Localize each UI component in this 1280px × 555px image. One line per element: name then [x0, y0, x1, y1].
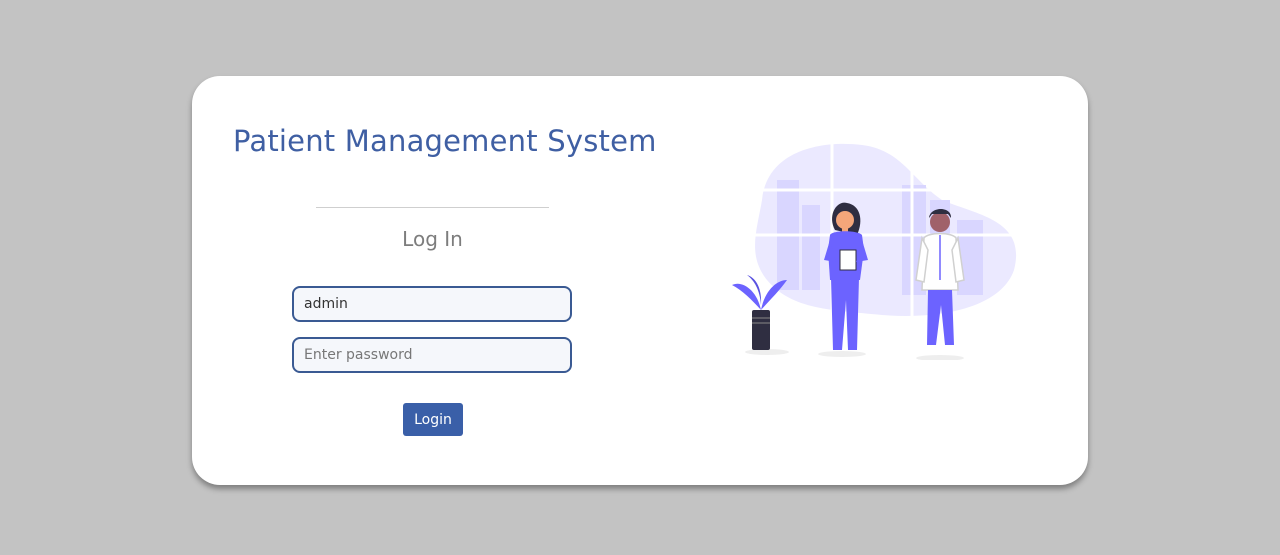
login-heading: Log In — [402, 227, 463, 251]
doctor-nurse-illustration-icon — [732, 140, 1017, 361]
username-input[interactable] — [292, 286, 572, 322]
password-input[interactable] — [292, 337, 572, 373]
app-title: Patient Management System — [233, 124, 657, 158]
divider — [316, 207, 549, 208]
medical-staff-illustration — [732, 140, 1022, 361]
login-button[interactable]: Login — [403, 403, 463, 436]
login-card: Patient Management System Log In Login — [192, 76, 1088, 485]
